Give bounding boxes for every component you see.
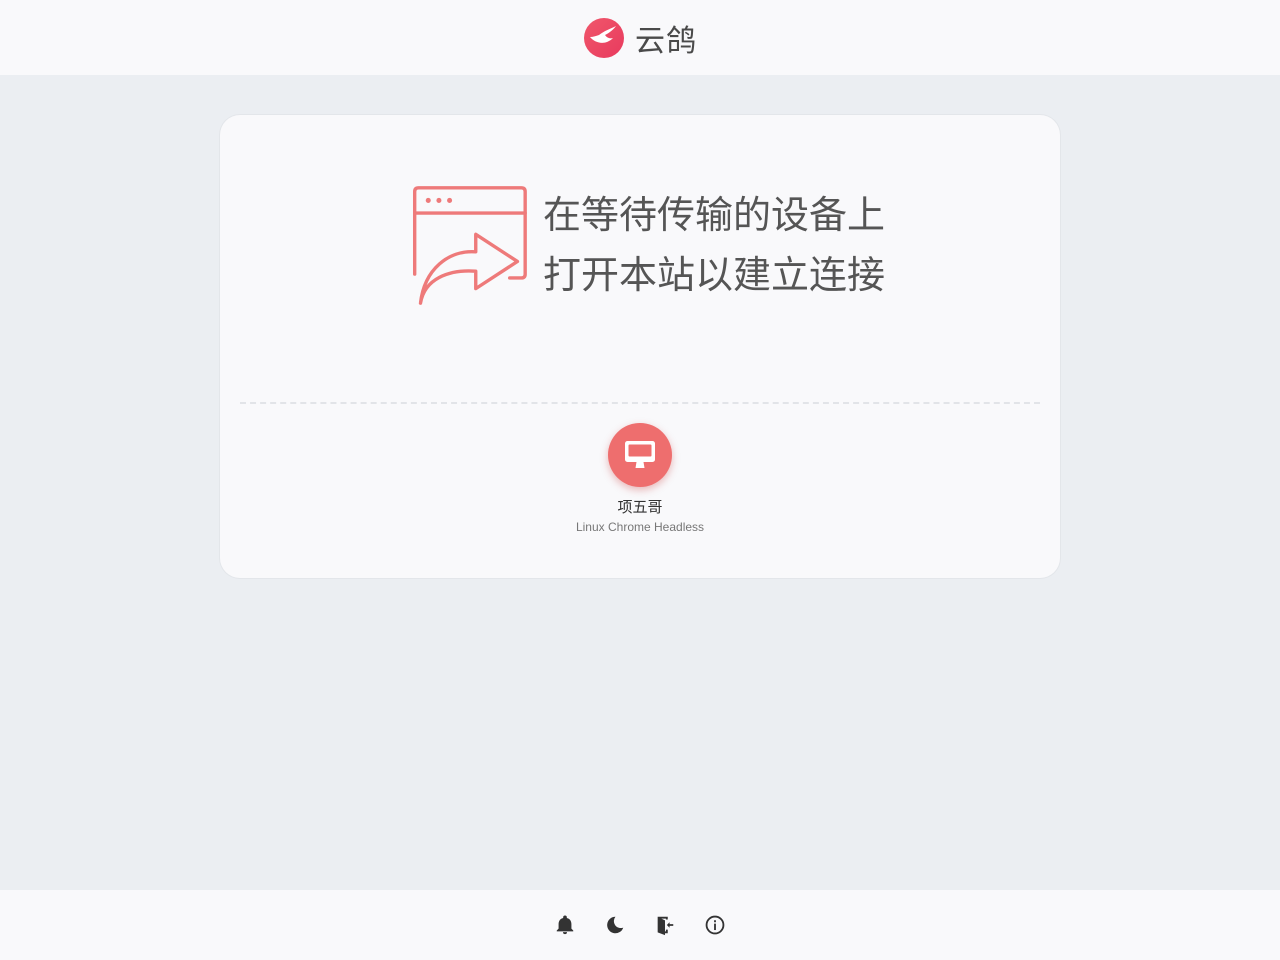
brand[interactable]: 云鸽 bbox=[583, 16, 697, 60]
leave-button[interactable] bbox=[653, 913, 677, 937]
exit-door-icon bbox=[657, 916, 674, 936]
bell-icon bbox=[556, 915, 574, 935]
connect-card: 在等待传输的设备上 打开本站以建立连接 项五哥 Linux Chrome Hea… bbox=[220, 115, 1060, 578]
hint-line-2: 打开本站以建立连接 bbox=[542, 253, 885, 297]
browser-share-icon bbox=[412, 186, 527, 305]
device-meta: Linux Chrome Headless bbox=[575, 520, 705, 534]
about-button[interactable] bbox=[703, 913, 727, 937]
divider bbox=[240, 402, 1040, 404]
device-avatar[interactable] bbox=[608, 423, 672, 487]
device-item[interactable]: 项五哥 Linux Chrome Headless bbox=[540, 423, 740, 553]
notifications-button[interactable] bbox=[553, 913, 577, 937]
device-name: 项五哥 bbox=[617, 498, 663, 516]
dark-mode-button[interactable] bbox=[603, 913, 627, 937]
info-icon bbox=[705, 915, 725, 935]
hint-line-1: 在等待传输的设备上 bbox=[542, 193, 885, 237]
app-header: 云鸽 bbox=[0, 0, 1280, 75]
connect-hint: 在等待传输的设备上 打开本站以建立连接 bbox=[405, 180, 885, 310]
brand-name: 云鸽 bbox=[635, 23, 697, 59]
desktop-monitor-icon bbox=[625, 441, 655, 468]
app-footer bbox=[0, 890, 1280, 960]
pigeon-logo-icon bbox=[584, 17, 624, 58]
moon-icon bbox=[607, 916, 624, 934]
